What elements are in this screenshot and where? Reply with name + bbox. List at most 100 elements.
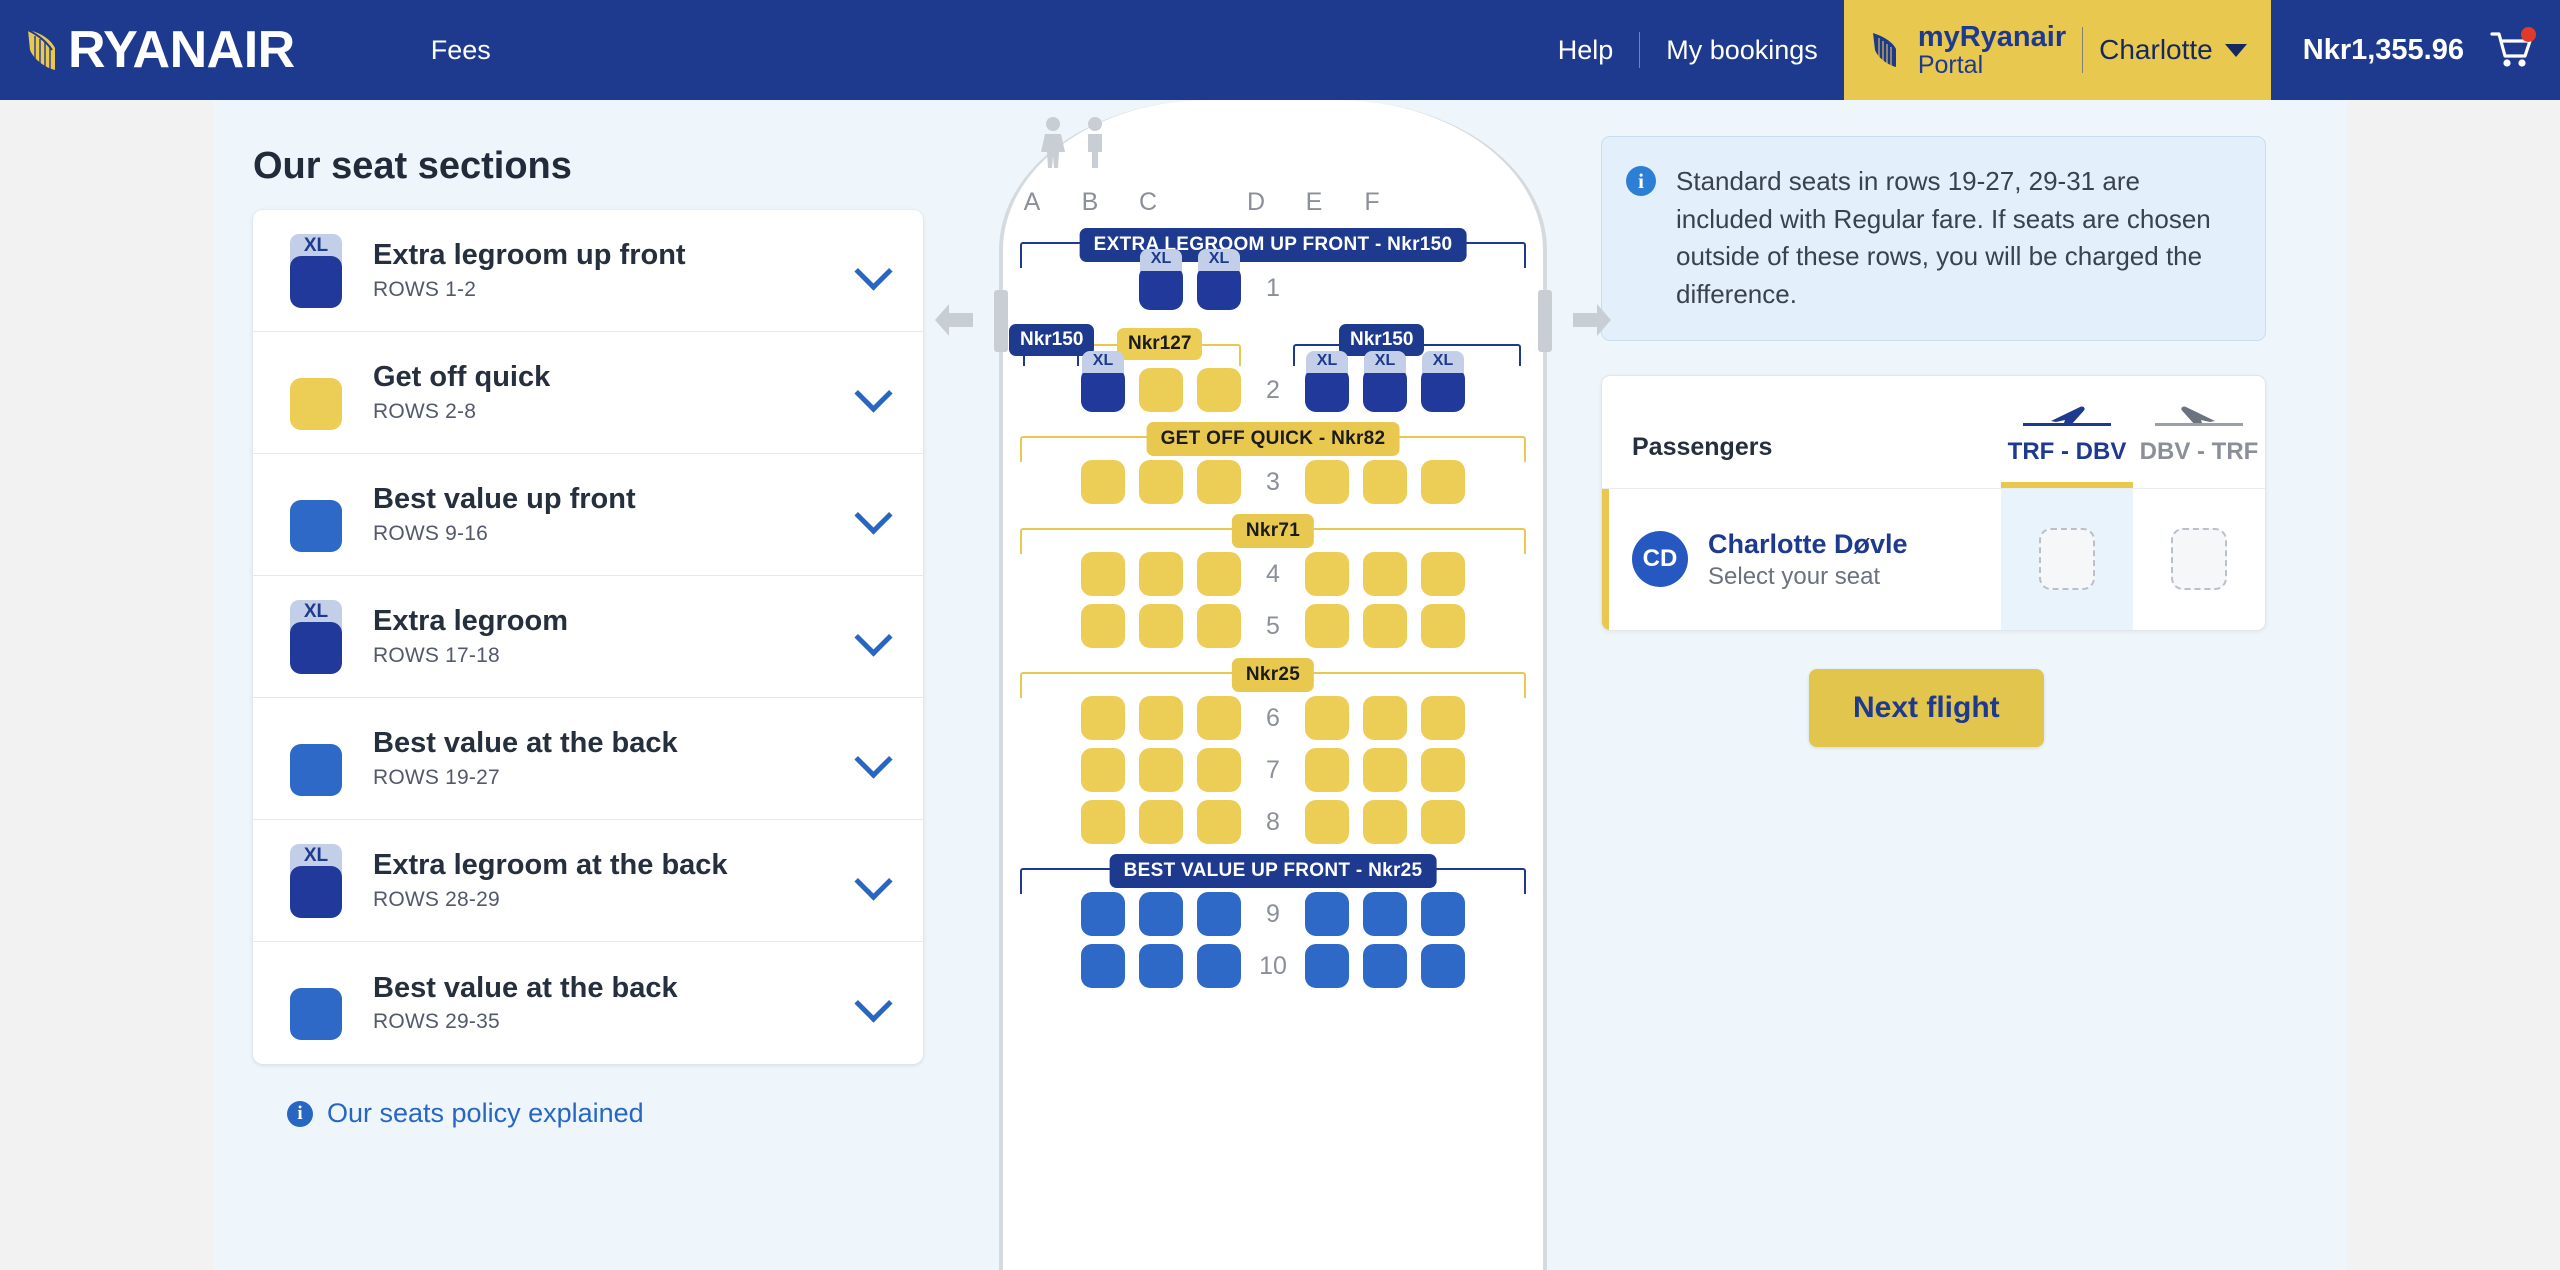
chevron-down-icon[interactable] xyxy=(857,620,891,654)
chevron-down-icon[interactable] xyxy=(857,986,891,1020)
seat-button[interactable] xyxy=(1363,944,1407,988)
tab-flight-outbound[interactable]: TRF - DBV xyxy=(2001,394,2133,488)
seat-button[interactable] xyxy=(1081,604,1125,648)
band-price-label: EXTRA LEGROOM UP FRONT - Nkr150 xyxy=(1079,228,1467,262)
seat-button[interactable] xyxy=(1197,552,1241,596)
seat-section-row[interactable]: XL Extra legroom at the back ROWS 28-29 xyxy=(253,820,923,942)
tab-flight-inbound[interactable]: DBV - TRF xyxy=(2133,394,2265,488)
seat-button[interactable] xyxy=(1139,552,1183,596)
seat-button[interactable] xyxy=(1139,800,1183,844)
seat-button[interactable] xyxy=(1421,944,1465,988)
swatch-square xyxy=(290,988,342,1040)
seat-button[interactable] xyxy=(1305,800,1349,844)
seat-button[interactable] xyxy=(1305,552,1349,596)
seat-button[interactable] xyxy=(1197,892,1241,936)
seat-button[interactable] xyxy=(1197,460,1241,504)
seat-button[interactable] xyxy=(1081,748,1125,792)
seat-button[interactable] xyxy=(1197,748,1241,792)
seat-button[interactable] xyxy=(1081,892,1125,936)
seat-button[interactable] xyxy=(1197,800,1241,844)
seat-button[interactable] xyxy=(1363,552,1407,596)
basket-area: Nkr1,355.96 xyxy=(2271,0,2560,100)
seat-button[interactable]: XL xyxy=(1305,351,1349,412)
seat-section-row[interactable]: XL Extra legroom up front ROWS 1-2 xyxy=(253,210,923,332)
aircraft-fuselage: ABCDEF EXTRA LEGROOM UP FRONT - Nkr150 XL… xyxy=(935,100,1611,1270)
row-number: 7 xyxy=(1266,755,1280,784)
account-menu[interactable]: Charlotte xyxy=(2099,34,2247,66)
seat-button[interactable] xyxy=(1363,800,1407,844)
seat-button[interactable] xyxy=(1421,800,1465,844)
seat-button[interactable] xyxy=(1421,460,1465,504)
seat-button[interactable] xyxy=(1363,604,1407,648)
seat-button[interactable] xyxy=(1139,460,1183,504)
seat-button[interactable] xyxy=(1305,696,1349,740)
seat-section-row[interactable]: Best value up front ROWS 9-16 xyxy=(253,454,923,576)
myryanair-portal-menu[interactable]: myRyanair Portal Charlotte xyxy=(1843,0,2271,100)
seat-button[interactable] xyxy=(1081,800,1125,844)
chevron-down-icon[interactable] xyxy=(857,742,891,776)
section-band: Nkr71 xyxy=(1003,512,1543,554)
seat-button[interactable] xyxy=(1305,748,1349,792)
seat-cell xyxy=(1190,800,1248,844)
seat-button[interactable] xyxy=(1363,696,1407,740)
seat-color-swatch xyxy=(287,966,345,1040)
chevron-down-icon[interactable] xyxy=(857,376,891,410)
seat-button[interactable]: XL xyxy=(1081,351,1125,412)
seat-button[interactable] xyxy=(1197,944,1241,988)
column-letter: A xyxy=(1023,188,1041,216)
seat-button[interactable] xyxy=(1421,604,1465,648)
seat-section-row[interactable]: XL Extra legroom ROWS 17-18 xyxy=(253,576,923,698)
band-price-label: GET OFF QUICK - Nkr82 xyxy=(1146,422,1400,456)
seat-button[interactable] xyxy=(1421,748,1465,792)
seat-button[interactable]: XL xyxy=(1197,249,1241,310)
seat-section-row[interactable]: Get off quick ROWS 2-8 xyxy=(253,332,923,454)
seat-button[interactable] xyxy=(1139,368,1183,412)
seat-section-rows: ROWS 19-27 xyxy=(373,765,500,789)
seat-button[interactable] xyxy=(1139,944,1183,988)
shopping-cart-button[interactable] xyxy=(2490,27,2536,70)
nav-fees[interactable]: Fees xyxy=(415,35,507,66)
seat-section-row[interactable]: Best value at the back ROWS 19-27 xyxy=(253,698,923,820)
brand-name: RYANAIR xyxy=(68,21,295,79)
seat-button[interactable] xyxy=(1197,696,1241,740)
seat-cell: XL xyxy=(1414,351,1472,412)
chevron-down-icon[interactable] xyxy=(857,498,891,532)
nav-help[interactable]: Help xyxy=(1532,35,1640,66)
seat-button[interactable] xyxy=(1197,604,1241,648)
seat-button[interactable] xyxy=(1139,696,1183,740)
seat-button[interactable] xyxy=(1139,604,1183,648)
seat-button[interactable] xyxy=(1305,604,1349,648)
seat-button[interactable]: XL xyxy=(1139,249,1183,310)
seat-button[interactable] xyxy=(1305,892,1349,936)
seats-policy-link[interactable]: i Our seats policy explained xyxy=(287,1098,973,1129)
seat-button[interactable]: XL xyxy=(1363,351,1407,412)
plane-arrival-icon xyxy=(2133,394,2265,438)
seat-button[interactable]: XL xyxy=(1421,351,1465,412)
seat-button[interactable] xyxy=(1081,696,1125,740)
nav-my-bookings[interactable]: My bookings xyxy=(1640,35,1844,66)
seat-button[interactable] xyxy=(1139,748,1183,792)
seat-button[interactable] xyxy=(1363,892,1407,936)
chevron-down-icon[interactable] xyxy=(857,254,891,288)
seat-slot-outbound[interactable] xyxy=(2001,488,2133,630)
seat-slot-inbound[interactable] xyxy=(2133,489,2265,630)
seat-button[interactable] xyxy=(1081,552,1125,596)
seat-section-row[interactable]: Best value at the back ROWS 29-35 xyxy=(253,942,923,1064)
seat-button[interactable] xyxy=(1421,696,1465,740)
row2-price-left: Nkr150 xyxy=(1009,324,1095,356)
seat-cell xyxy=(1298,748,1356,792)
band-price-label: BEST VALUE UP FRONT - Nkr25 xyxy=(1109,854,1437,888)
seat-button[interactable] xyxy=(1139,892,1183,936)
chevron-down-icon[interactable] xyxy=(857,864,891,898)
seat-button[interactable] xyxy=(1081,460,1125,504)
seat-button[interactable] xyxy=(1197,368,1241,412)
seat-button[interactable] xyxy=(1305,944,1349,988)
seat-button[interactable] xyxy=(1305,460,1349,504)
seat-button[interactable] xyxy=(1363,460,1407,504)
seat-button[interactable] xyxy=(1363,748,1407,792)
ryanair-logo[interactable]: RYANAIR xyxy=(0,0,295,100)
seat-button[interactable] xyxy=(1421,892,1465,936)
seat-button[interactable] xyxy=(1421,552,1465,596)
next-flight-button[interactable]: Next flight xyxy=(1809,668,2044,747)
seat-button[interactable] xyxy=(1081,944,1125,988)
